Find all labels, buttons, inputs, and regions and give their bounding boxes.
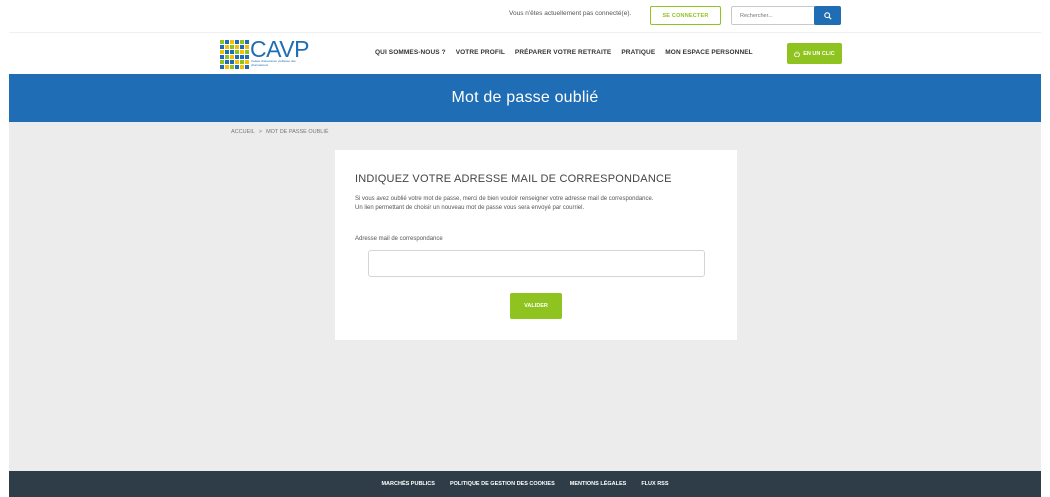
breadcrumb-separator: >	[258, 129, 263, 135]
page-title: Mot de passe oublié	[451, 89, 599, 106]
submit-button[interactable]: VALIDER	[510, 293, 562, 319]
form-heading: INDIQUEZ VOTRE ADRESSE MAIL DE CORRESPON…	[355, 173, 672, 185]
form-description-line-1: Si vous avez oublié votre mot de passe, …	[355, 196, 654, 202]
nav-item-espace-personnel[interactable]: MON ESPACE PERSONNEL	[665, 49, 752, 56]
main-header: CAVP Caisse d'assurance vieillesse des p…	[9, 32, 1041, 74]
nav-item-preparer-retraite[interactable]: PRÉPARER VOTRE RETRAITE	[515, 49, 611, 56]
search-button[interactable]	[814, 6, 841, 25]
page: Vous n'êtes actuellement pas connecté(e)…	[9, 0, 1041, 497]
footer-link-marches-publics[interactable]: MARCHÉS PUBLICS	[381, 481, 434, 487]
logo-mark	[220, 40, 249, 69]
login-status-text: Vous n'êtes actuellement pas connecté(e)…	[509, 10, 632, 17]
logo[interactable]: CAVP Caisse d'assurance vieillesse des p…	[220, 36, 340, 70]
email-label: Adresse mail de correspondance	[355, 236, 443, 242]
breadcrumb-home[interactable]: ACCUEIL	[231, 129, 255, 135]
footer-link-cookies[interactable]: POLITIQUE DE GESTION DES COOKIES	[450, 481, 555, 487]
nav-item-qui-sommes-nous[interactable]: QUI SOMMES-NOUS ?	[375, 49, 446, 56]
login-button[interactable]: SE CONNECTER	[650, 6, 721, 25]
footer: MARCHÉS PUBLICS POLITIQUE DE GESTION DES…	[9, 471, 1041, 497]
en-un-clic-button[interactable]: EN UN CLIC	[787, 43, 842, 64]
breadcrumb-current: MOT DE PASSE OUBLIÉ	[266, 129, 329, 135]
password-reset-card: INDIQUEZ VOTRE ADRESSE MAIL DE CORRESPON…	[335, 150, 737, 340]
nav-item-pratique[interactable]: PRATIQUE	[621, 49, 655, 56]
nav-item-votre-profil[interactable]: VOTRE PROFIL	[456, 49, 505, 56]
logo-tagline: Caisse d'assurance vieillesse des pharma…	[251, 59, 296, 67]
page-banner: Mot de passe oublié	[9, 74, 1041, 122]
search-icon	[823, 11, 832, 20]
search-input[interactable]	[731, 6, 819, 25]
form-description-line-2: Un lien permettant de choisir un nouveau…	[355, 205, 585, 211]
footer-link-mentions-legales[interactable]: MENTIONS LÉGALES	[570, 481, 627, 487]
form-description: Si vous avez oublié votre mot de passe, …	[355, 195, 715, 213]
footer-link-flux-rss[interactable]: FLUX RSS	[641, 481, 668, 487]
power-icon	[794, 50, 801, 57]
en-un-clic-label: EN UN CLIC	[803, 50, 835, 57]
email-field[interactable]	[368, 250, 705, 277]
main-nav: QUI SOMMES-NOUS ? VOTRE PROFIL PRÉPARER …	[375, 49, 763, 56]
breadcrumb: ACCUEIL > MOT DE PASSE OUBLIÉ	[231, 129, 329, 135]
utility-bar: Vous n'êtes actuellement pas connecté(e)…	[9, 0, 1041, 32]
